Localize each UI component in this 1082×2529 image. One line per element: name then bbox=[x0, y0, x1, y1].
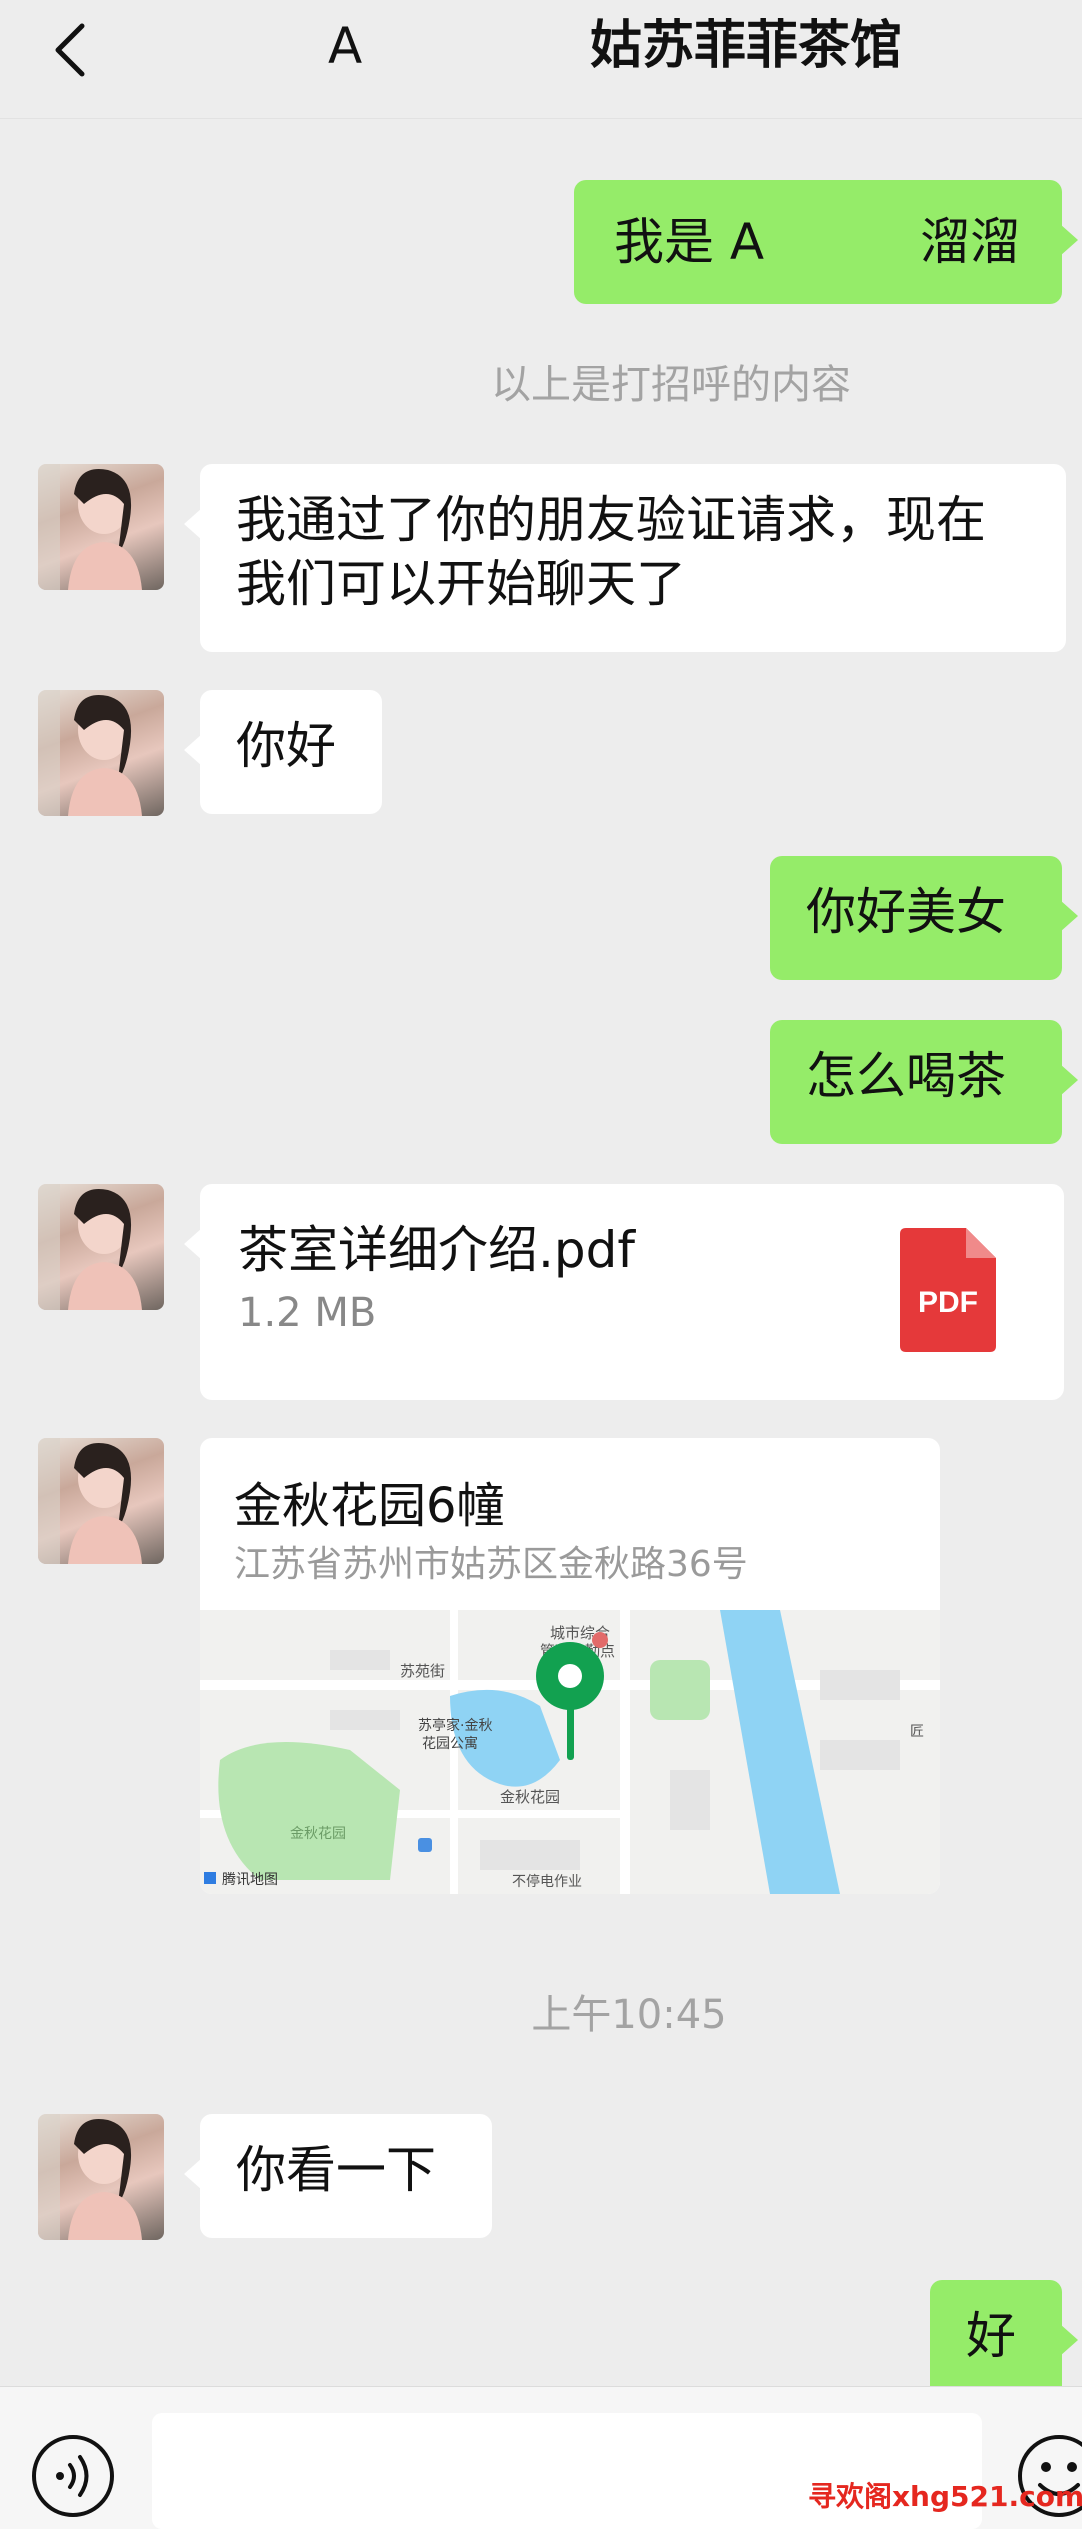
map-label: 金秋花园 bbox=[500, 1788, 560, 1806]
watermark: 寻欢阁xhg521.com bbox=[808, 2480, 1082, 2513]
avatar[interactable] bbox=[38, 2114, 164, 2240]
avatar[interactable] bbox=[38, 690, 164, 816]
contact-name: A bbox=[328, 17, 363, 75]
message-text: 怎么喝茶 bbox=[806, 1047, 1006, 1105]
message-text: 好 bbox=[966, 2307, 1016, 2365]
chevron-left-icon bbox=[55, 23, 85, 77]
message-bubble-outgoing[interactable]: 怎么喝茶 bbox=[770, 1020, 1078, 1144]
poi-marker-icon bbox=[592, 1632, 608, 1648]
avatar[interactable] bbox=[38, 1184, 164, 1310]
avatar-image bbox=[38, 464, 142, 590]
message-text: 你好美女 bbox=[806, 883, 1006, 941]
message-text: 我是 A bbox=[614, 213, 765, 271]
message-bubble-incoming[interactable]: 你看一下 bbox=[184, 2114, 492, 2238]
chat-header: A 姑苏菲菲茶馆 bbox=[0, 0, 1082, 119]
location-message-card[interactable]: 金秋花园6幢 江苏省苏州市姑苏区金秋路36号 城市综合 管理执勤点 苏苑街 苏亭… bbox=[200, 1438, 940, 1894]
bus-stop-icon bbox=[418, 1838, 432, 1852]
message-text: 我通过了你的朋友验证请求，现在 bbox=[236, 491, 986, 549]
map-label: 苏苑街 bbox=[400, 1662, 445, 1680]
message-bubble-incoming[interactable]: 我通过了你的朋友验证请求，现在 我们可以开始聊天了 bbox=[184, 464, 1066, 652]
map-label: 金秋花园 bbox=[290, 1826, 346, 1842]
system-notice: 以上是打招呼的内容 bbox=[491, 362, 851, 408]
file-name: 茶室详细介绍.pdf bbox=[238, 1221, 635, 1279]
timestamp: 上午10:45 bbox=[531, 1992, 727, 2038]
file-size: 1.2 MB bbox=[238, 1290, 377, 1336]
message-text: 你好 bbox=[236, 717, 336, 775]
back-button[interactable] bbox=[40, 20, 100, 80]
message-text: 溜溜 bbox=[920, 213, 1020, 271]
message-bubble-incoming[interactable]: 你好 bbox=[184, 690, 382, 814]
file-message-card[interactable]: 茶室详细介绍.pdf 1.2 MB PDF bbox=[184, 1184, 1064, 1400]
chat-title: 姑苏菲菲茶馆 bbox=[590, 16, 903, 76]
pdf-file-icon: PDF bbox=[900, 1228, 996, 1352]
map-label: 匠 bbox=[910, 1724, 924, 1740]
location-name: 金秋花园6幢 bbox=[234, 1478, 505, 1534]
pdf-badge-text: PDF bbox=[918, 1286, 978, 1319]
message-bubble-outgoing[interactable]: 我是 A 溜溜 bbox=[574, 180, 1078, 304]
location-map: 城市综合 管理执勤点 苏苑街 苏亭家·金秋 花园公寓 金秋花园 金秋花园 不停电… bbox=[200, 1610, 940, 1894]
avatar-image bbox=[38, 690, 142, 816]
location-address: 江苏省苏州市姑苏区金秋路36号 bbox=[234, 1544, 748, 1585]
avatar-image bbox=[38, 2114, 142, 2240]
avatar[interactable] bbox=[38, 464, 164, 590]
map-label: 不停电作业 bbox=[512, 1873, 582, 1890]
map-label: 花园公寓 bbox=[422, 1735, 478, 1752]
message-text: 你看一下 bbox=[236, 2141, 436, 2199]
tencent-map-logo-icon bbox=[204, 1872, 216, 1884]
message-text: 我们可以开始聊天了 bbox=[236, 555, 686, 613]
map-label: 苏亭家·金秋 bbox=[418, 1717, 492, 1734]
voice-icon[interactable] bbox=[30, 2433, 116, 2519]
message-bubble-outgoing[interactable]: 你好美女 bbox=[770, 856, 1078, 980]
avatar-image bbox=[38, 1438, 142, 1564]
avatar[interactable] bbox=[38, 1438, 164, 1564]
avatar-image bbox=[38, 1184, 142, 1310]
map-brand: 腾讯地图 bbox=[222, 1871, 278, 1888]
